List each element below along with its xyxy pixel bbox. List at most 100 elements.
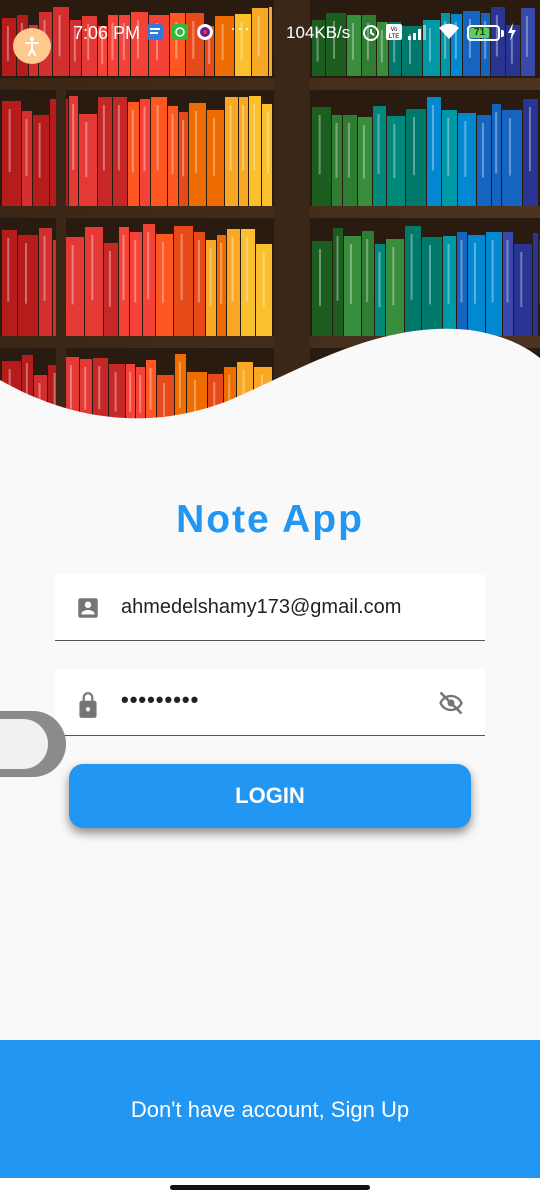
book-spine-highlight bbox=[194, 380, 196, 415]
book-spine bbox=[65, 237, 84, 336]
svg-text:LTE: LTE bbox=[389, 34, 400, 40]
book-spine-highlight bbox=[171, 114, 174, 174]
book-spine-highlight bbox=[129, 372, 132, 412]
book-spine-highlight bbox=[393, 124, 396, 178]
book-spine bbox=[422, 237, 442, 336]
book-spine-highlight bbox=[8, 109, 11, 172]
book-spine-highlight bbox=[242, 105, 245, 171]
book-spine-highlight bbox=[347, 123, 350, 178]
book-spine-highlight bbox=[182, 120, 185, 177]
book-spine bbox=[2, 230, 17, 336]
email-field[interactable]: ahmedelshamy173@gmail.com bbox=[55, 574, 485, 641]
book-spine-highlight bbox=[180, 234, 183, 300]
book-spine-highlight bbox=[266, 112, 269, 174]
alarm-icon bbox=[361, 22, 381, 47]
battery-cap bbox=[501, 30, 504, 37]
book-spine bbox=[2, 101, 21, 206]
status-bar: 7:06 PM ··· 104KB/s Vo LTE 71 bbox=[0, 0, 540, 66]
book-spine bbox=[151, 97, 167, 206]
home-indicator[interactable] bbox=[170, 1185, 370, 1190]
login-button[interactable]: LOGIN bbox=[69, 764, 471, 828]
book-spine bbox=[406, 109, 426, 206]
book-spine-highlight bbox=[161, 242, 164, 304]
book-spine-highlight bbox=[349, 244, 352, 304]
book-spine bbox=[113, 97, 127, 206]
charging-icon bbox=[507, 22, 517, 47]
book-spine-highlight bbox=[245, 237, 248, 302]
book-spine-highlight bbox=[447, 244, 450, 304]
account-box-icon bbox=[75, 595, 101, 626]
book-spine-highlight bbox=[114, 372, 117, 412]
book-spine-highlight bbox=[335, 123, 338, 178]
book-spine bbox=[468, 235, 485, 336]
book-spine-highlight bbox=[481, 123, 484, 178]
visibility-off-icon[interactable] bbox=[435, 689, 467, 722]
book-spine-highlight bbox=[429, 245, 431, 305]
book-spine bbox=[156, 234, 173, 336]
book-spine bbox=[18, 235, 38, 336]
book-spine-highlight bbox=[131, 110, 134, 173]
book-spine bbox=[387, 116, 405, 206]
book-spine bbox=[343, 115, 357, 206]
wechat-icon bbox=[172, 24, 188, 40]
book-spine-highlight bbox=[72, 104, 75, 170]
book-spine-highlight bbox=[410, 234, 413, 300]
signup-link[interactable]: Don't have account, Sign Up bbox=[0, 1097, 540, 1123]
book-spine-highlight bbox=[178, 362, 181, 408]
book-spine-highlight bbox=[431, 105, 434, 171]
book-spine-highlight bbox=[392, 247, 395, 306]
book-spine-highlight bbox=[495, 112, 498, 174]
book-spine-highlight bbox=[43, 236, 46, 301]
book-spine bbox=[98, 97, 112, 206]
book-spine-highlight bbox=[231, 237, 234, 302]
book-spine bbox=[386, 239, 404, 336]
book-spine-highlight bbox=[473, 243, 476, 304]
accessibility-floating-button[interactable] bbox=[0, 711, 66, 777]
book-spine-highlight bbox=[25, 243, 27, 304]
book-spine bbox=[477, 115, 491, 206]
wifi-icon bbox=[436, 22, 462, 47]
book-spine-highlight bbox=[220, 243, 223, 304]
volte-icon: Vo LTE bbox=[385, 22, 403, 47]
book-spine bbox=[312, 241, 332, 336]
book-spine bbox=[442, 110, 457, 206]
book-spine-highlight bbox=[122, 235, 125, 301]
password-field[interactable]: ••••••••• bbox=[55, 669, 485, 736]
book-spine-highlight bbox=[197, 240, 200, 303]
book-spine-highlight bbox=[362, 125, 365, 179]
book-spine-highlight bbox=[149, 368, 152, 410]
book-spine-highlight bbox=[318, 115, 321, 175]
book-spine-highlight bbox=[162, 383, 165, 416]
book-spine-highlight bbox=[366, 239, 369, 302]
book-spine-highlight bbox=[464, 121, 467, 177]
book-spine-highlight bbox=[229, 105, 232, 171]
book-spine bbox=[241, 229, 255, 336]
book-spine-highlight bbox=[377, 114, 380, 174]
book-spine bbox=[344, 236, 361, 336]
book-spine bbox=[502, 110, 522, 206]
svg-text:Vo: Vo bbox=[390, 27, 398, 33]
book-spine-highlight bbox=[98, 366, 101, 410]
book-spine bbox=[174, 226, 193, 336]
book-spine-highlight bbox=[71, 245, 74, 305]
book-spine-highlight bbox=[262, 252, 265, 308]
email-value: ahmedelshamy173@gmail.com bbox=[121, 596, 402, 618]
book-spine bbox=[458, 113, 476, 206]
book-spine-highlight bbox=[91, 235, 94, 301]
book-spine-highlight bbox=[85, 122, 88, 178]
more-notifications-icon: ··· bbox=[230, 18, 251, 38]
book-spine-highlight bbox=[413, 117, 415, 176]
status-time: 7:06 PM bbox=[73, 23, 141, 43]
book-spine bbox=[533, 233, 538, 336]
book-spine-highlight bbox=[102, 105, 105, 171]
book-spine-highlight bbox=[156, 105, 159, 171]
book-spine-highlight bbox=[38, 123, 41, 178]
book-spine bbox=[312, 107, 331, 206]
book-spine-highlight bbox=[194, 111, 197, 173]
book-spine-highlight bbox=[209, 248, 212, 306]
signup-footer: Don't have account, Sign Up bbox=[0, 1040, 540, 1178]
password-value: ••••••••• bbox=[121, 687, 200, 712]
accessibility-icon[interactable] bbox=[13, 28, 51, 64]
book-spine-highlight bbox=[319, 249, 321, 306]
book-spine bbox=[358, 117, 372, 206]
